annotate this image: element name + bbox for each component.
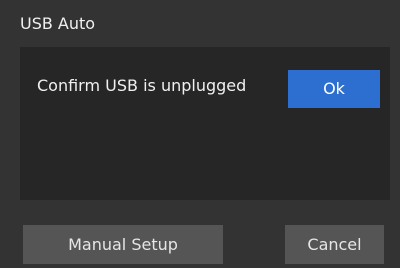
ok-button[interactable]: Ok xyxy=(288,70,380,108)
message-panel: Confirm USB is unplugged Ok xyxy=(20,47,390,200)
cancel-button[interactable]: Cancel xyxy=(285,225,384,264)
confirm-message: Confirm USB is unplugged xyxy=(37,76,247,95)
manual-setup-button[interactable]: Manual Setup xyxy=(23,225,223,264)
dialog-title: USB Auto xyxy=(20,14,96,33)
usb-auto-dialog: USB Auto Confirm USB is unplugged Ok Man… xyxy=(0,0,400,268)
